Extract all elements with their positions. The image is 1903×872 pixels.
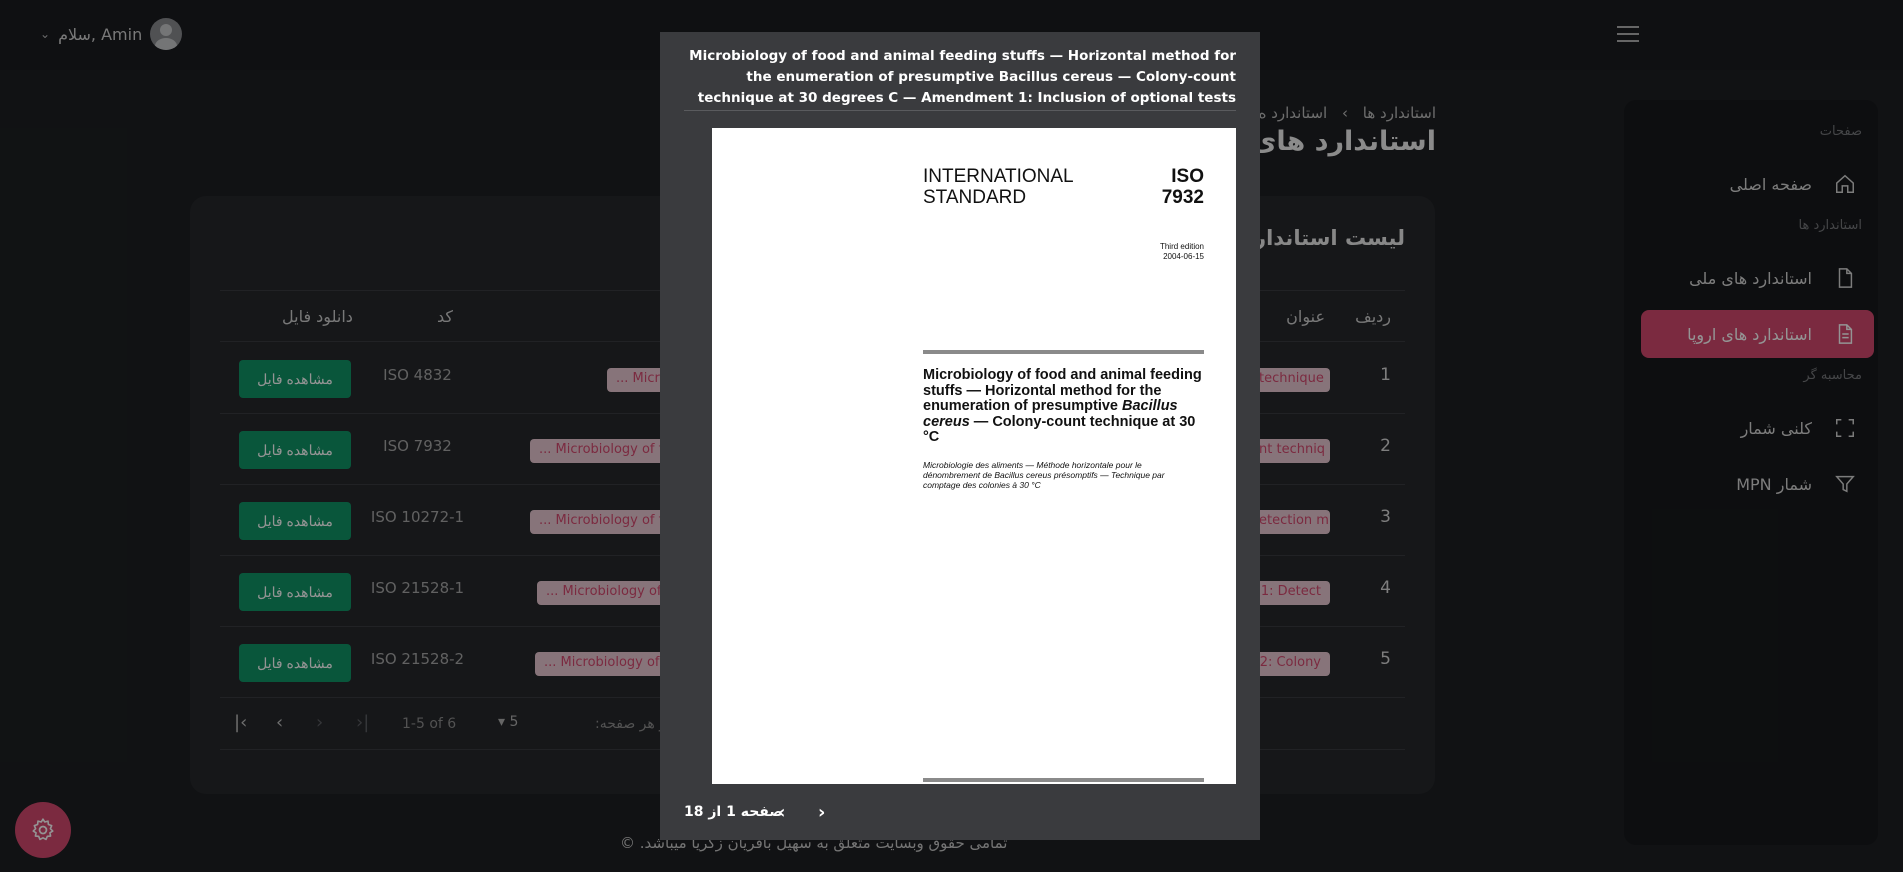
doc-standard-label: INTERNATIONAL STANDARD bbox=[923, 166, 1093, 208]
file-viewer-modal: Microbiology of food and animal feeding … bbox=[660, 32, 1260, 840]
doc-title: Microbiology of food and animal feeding … bbox=[923, 367, 1208, 446]
doc-edition-text: Third edition bbox=[1159, 242, 1204, 251]
doc-label-line: STANDARD bbox=[923, 187, 1027, 208]
next-page-button[interactable]: › bbox=[818, 802, 825, 823]
doc-title-fr: Microbiologie des aliments — Méthode hor… bbox=[923, 460, 1165, 490]
doc-edition: Third edition 2004-06-15 bbox=[1160, 242, 1204, 262]
document-page: INTERNATIONAL STANDARD ISO 7932 Third ed… bbox=[712, 128, 1236, 784]
doc-rule bbox=[923, 350, 1204, 354]
page-indicator: صفحه 1 از 18 bbox=[684, 804, 783, 820]
modal-pagination: صفحه 1 از 18 ‹ › bbox=[684, 802, 1236, 826]
doc-iso-number: ISO 7932 bbox=[1162, 166, 1204, 208]
doc-label-line: INTERNATIONAL bbox=[923, 166, 1074, 187]
doc-number: 7932 bbox=[1161, 187, 1204, 208]
doc-date: 2004-06-15 bbox=[1163, 252, 1204, 261]
modal-title: Microbiology of food and animal feeding … bbox=[689, 48, 1236, 106]
divider bbox=[684, 110, 1236, 111]
doc-iso: ISO bbox=[1171, 166, 1204, 187]
prev-page-button[interactable]: ‹ bbox=[778, 802, 785, 823]
doc-rule bbox=[923, 778, 1204, 782]
